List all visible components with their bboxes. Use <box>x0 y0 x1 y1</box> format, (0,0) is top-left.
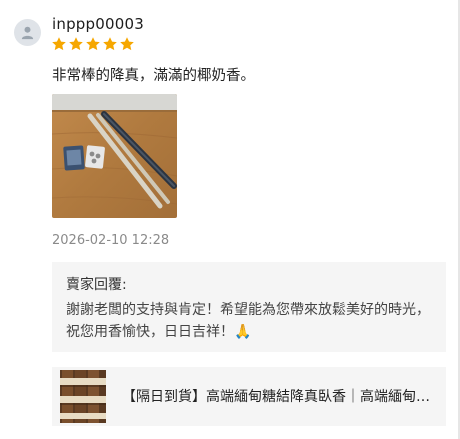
avatar[interactable] <box>14 19 41 46</box>
seller-reply-box: 賣家回覆: 謝謝老闆的支持與肯定！希望能為您帶來放鬆美好的時光，祝您用香愉快，日… <box>52 262 446 352</box>
product-card[interactable]: 【隔日到貨】高端緬甸糖結降真臥香｜高端緬甸糖結降真臥香 <box>52 367 446 426</box>
review-comment: 非常棒的降真，滿滿的椰奶香。 <box>52 68 255 84</box>
seller-reply-text: 謝謝老闆的支持與肯定！希望能為您帶來放鬆美好的時光，祝您用香愉快，日日吉祥！🙏 <box>66 302 430 340</box>
star-icon <box>69 37 83 51</box>
star-icon <box>52 37 66 51</box>
rating-stars <box>51 36 135 52</box>
product-title: 【隔日到貨】高端緬甸糖結降真臥香｜高端緬甸糖結降真臥香 <box>122 389 434 405</box>
review-timestamp: 2026-02-10 12:28 <box>52 233 170 248</box>
seller-reply-title: 賣家回覆: <box>66 277 127 293</box>
star-icon <box>103 37 117 51</box>
review-photo[interactable] <box>52 94 177 218</box>
reviewer-username[interactable]: inppp00003 <box>52 15 144 33</box>
star-icon <box>86 37 100 51</box>
product-thumbnail <box>60 370 106 423</box>
star-icon <box>120 37 134 51</box>
user-icon <box>21 26 34 40</box>
